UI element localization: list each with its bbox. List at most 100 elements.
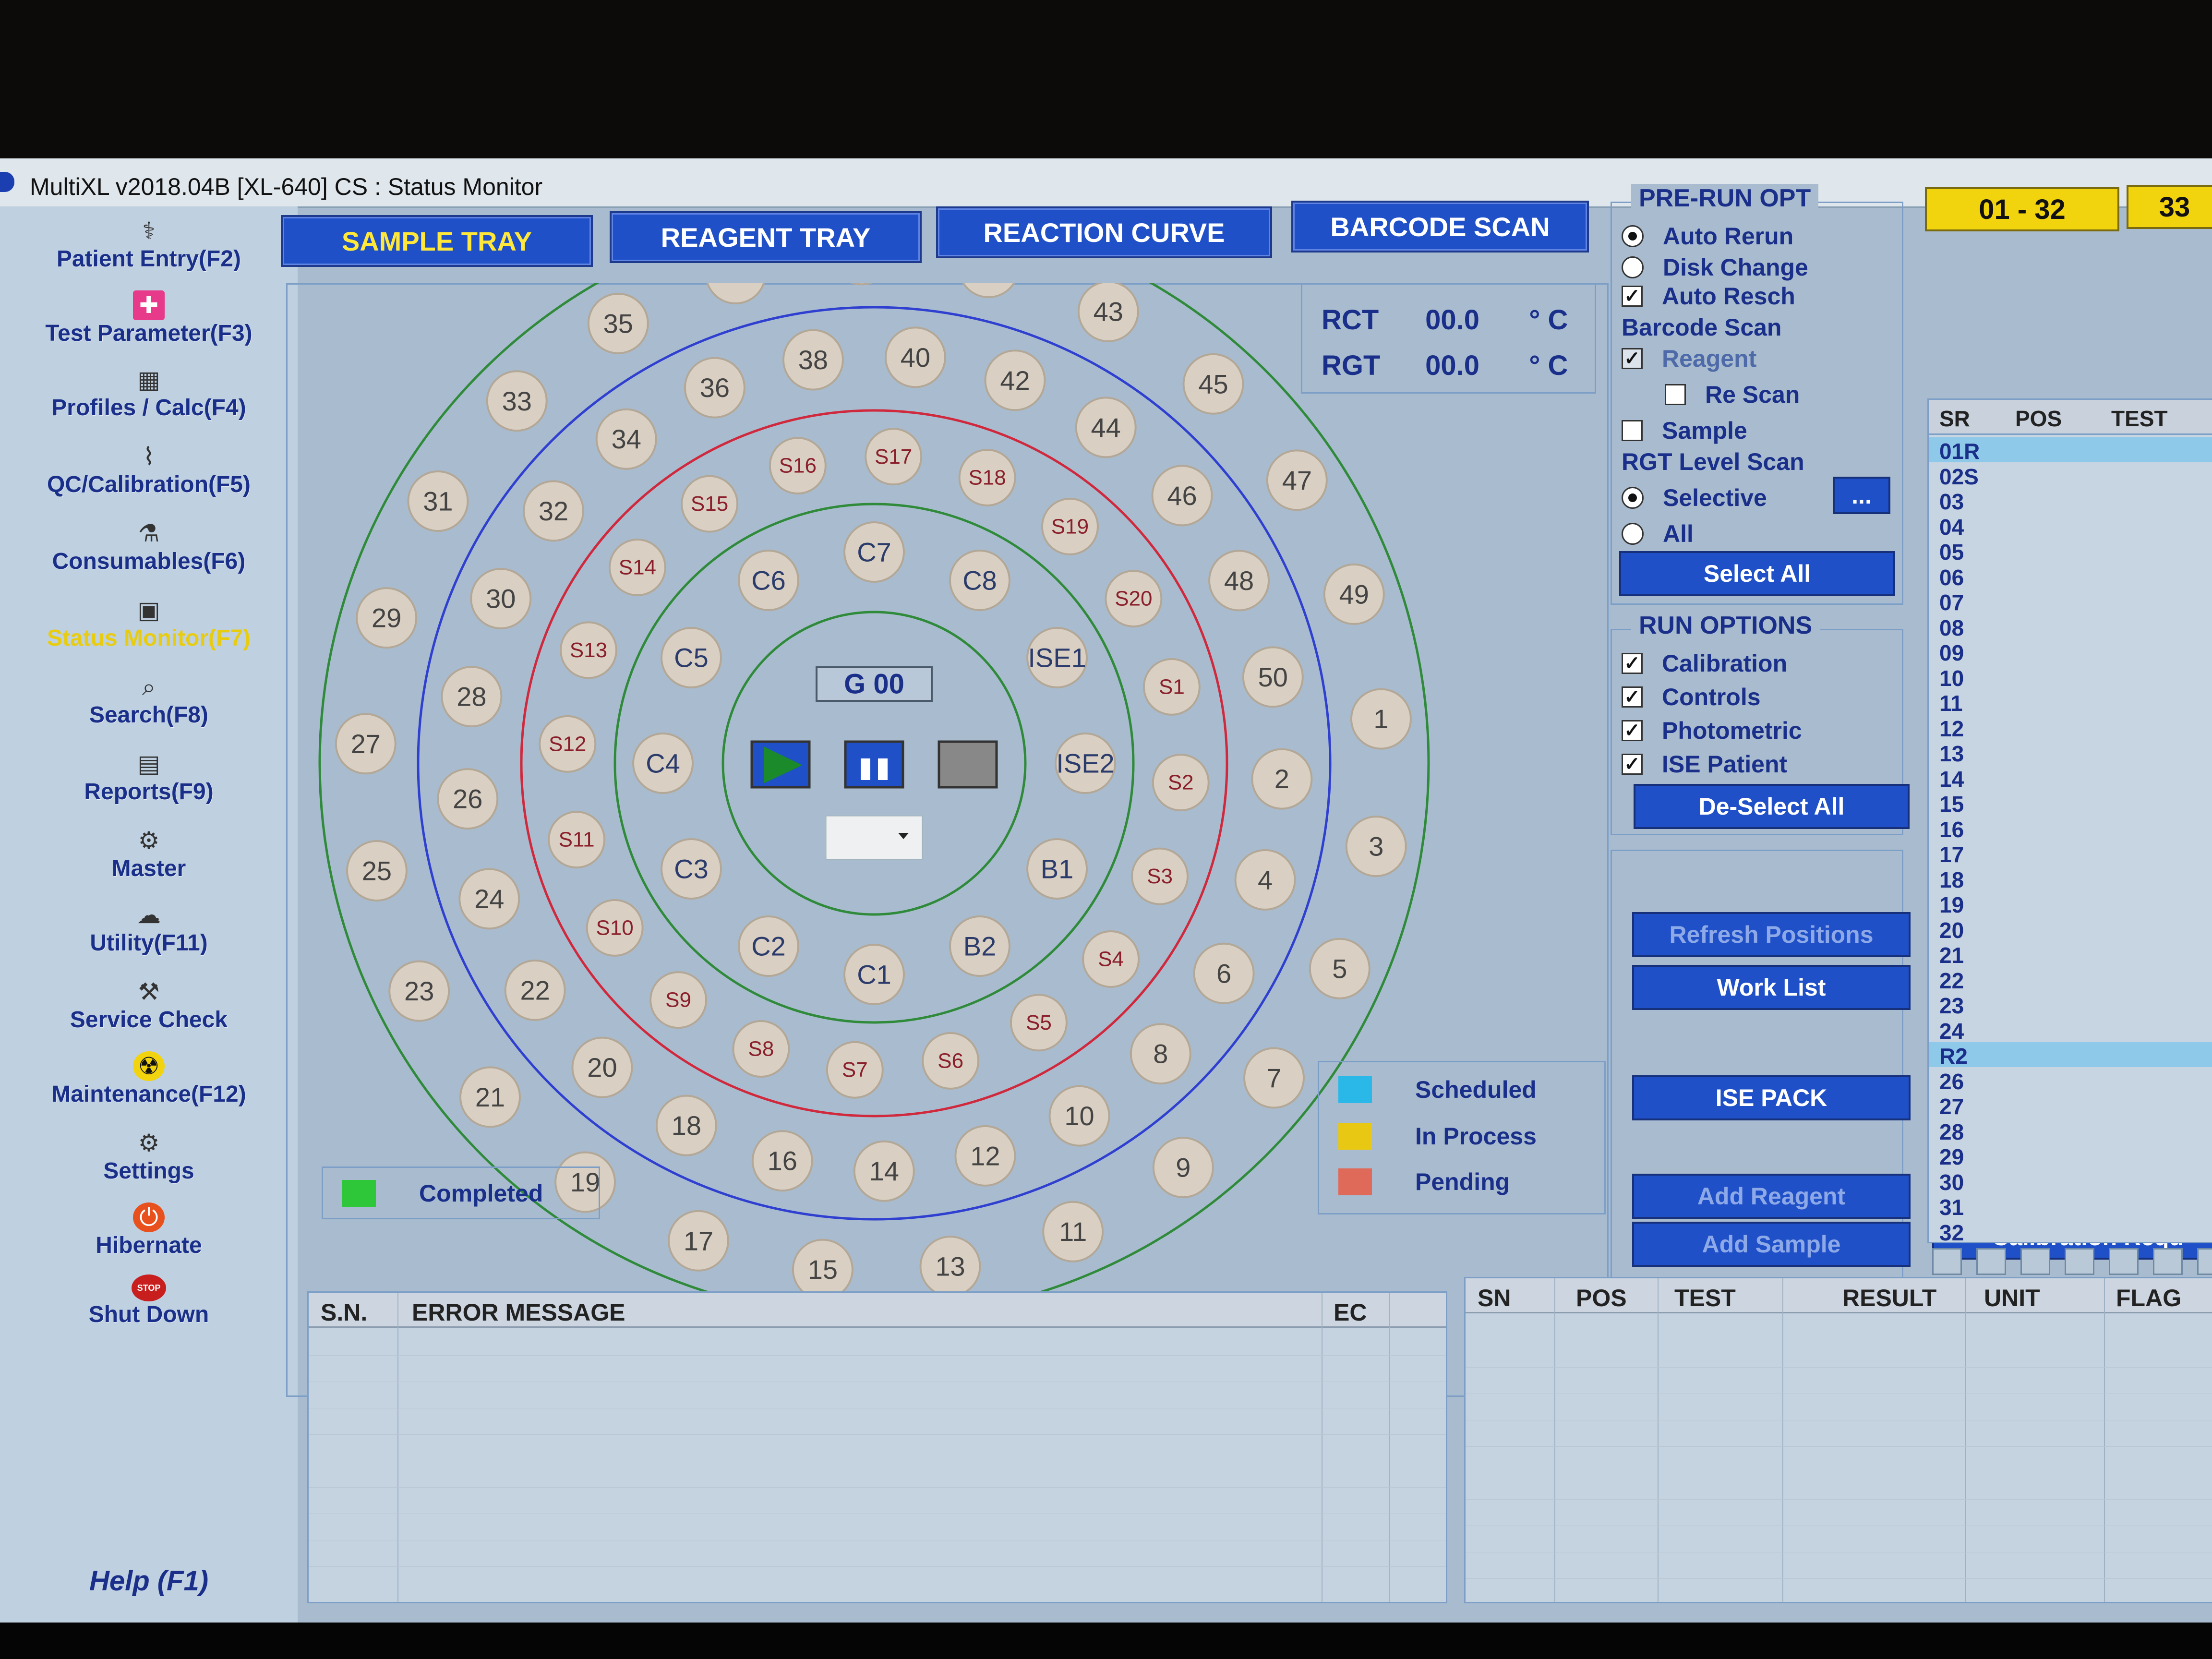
sample-list-row[interactable]: R2	[1929, 1042, 2212, 1069]
sample-list-row[interactable]: 12	[1929, 715, 2212, 741]
tray-position-s12[interactable]: S12	[539, 715, 597, 773]
tab-reaction-curve[interactable]: REACTION CURVE	[936, 206, 1272, 258]
deselect-all-button[interactable]: De-Select All	[1634, 784, 1910, 829]
tray-position-50[interactable]: 50	[1242, 646, 1304, 708]
tray-position-34[interactable]: 34	[595, 408, 657, 470]
tray-position-1[interactable]: 1	[1350, 688, 1412, 750]
disk-change-radio[interactable]	[1622, 256, 1644, 278]
sidebar-item-hibernate[interactable]: ⏻ Hibernate	[0, 1202, 298, 1274]
tray-position-c2[interactable]: C2	[738, 915, 799, 977]
reagent-checkbox[interactable]: ✓	[1622, 348, 1643, 369]
tab-reagent-tray[interactable]: REAGENT TRAY	[610, 211, 922, 263]
tray-position-39[interactable]: 39	[832, 283, 891, 286]
sidebar-item-utility-f11[interactable]: ☁ Utility(F11)	[0, 900, 298, 972]
tray-position-s15[interactable]: S15	[681, 475, 739, 533]
range-tab-33[interactable]: 33	[2127, 185, 2212, 229]
tray-position-15[interactable]: 15	[792, 1238, 854, 1300]
sample-list-row[interactable]: 04	[1929, 513, 2212, 540]
tray-position-ise2[interactable]: ISE2	[1055, 733, 1116, 794]
tray-position-s11[interactable]: S11	[548, 811, 606, 869]
sample-list-row[interactable]: 18	[1929, 866, 2212, 892]
tray-position-43[interactable]: 43	[1077, 283, 1139, 342]
tab-sample-tray[interactable]: SAMPLE TRAY	[281, 215, 593, 267]
tray-position-7[interactable]: 7	[1243, 1047, 1305, 1109]
sample-list-row[interactable]: 02S	[1929, 463, 2212, 489]
auto-resch-checkbox[interactable]: ✓	[1622, 286, 1643, 307]
photometric-option[interactable]: ✓ Photometric	[1622, 717, 1802, 745]
tray-position-c8[interactable]: C8	[949, 549, 1010, 611]
tray-position-41[interactable]: 41	[959, 283, 1018, 299]
tray-position-40[interactable]: 40	[884, 326, 946, 388]
help-link[interactable]: Help (F1)	[0, 1565, 298, 1597]
tray-position-s5[interactable]: S5	[1010, 994, 1068, 1052]
sample-list-row[interactable]: 14	[1929, 765, 2212, 792]
controls-checkbox[interactable]: ✓	[1622, 686, 1643, 708]
reagent-option[interactable]: ✓ Reagent	[1622, 345, 1756, 373]
add-sample-button[interactable]: Add Sample	[1632, 1222, 1911, 1267]
sample-page-box[interactable]	[2020, 1248, 2050, 1275]
tray-position-s8[interactable]: S8	[732, 1020, 790, 1078]
sample-list-row[interactable]: 19	[1929, 891, 2212, 917]
tray-position-b2[interactable]: B2	[949, 915, 1010, 977]
sidebar-item-status-monitor-f7[interactable]: ▣ Status Monitor(F7)	[0, 595, 298, 667]
sample-list-row[interactable]: 08	[1929, 614, 2212, 640]
tray-position-44[interactable]: 44	[1075, 397, 1137, 458]
select-all-button[interactable]: Select All	[1619, 551, 1895, 596]
sidebar-item-master[interactable]: ⚙ Master	[0, 826, 298, 898]
sample-list-row[interactable]: 10	[1929, 664, 2212, 691]
tray-position-s4[interactable]: S4	[1082, 930, 1140, 988]
auto-resch-option[interactable]: ✓ Auto Resch	[1622, 282, 1795, 310]
tray-position-s3[interactable]: S3	[1131, 847, 1189, 905]
tray-position-10[interactable]: 10	[1048, 1085, 1110, 1147]
tray-position-36[interactable]: 36	[684, 357, 745, 419]
sidebar-item-reports-f9[interactable]: ▤ Reports(F9)	[0, 749, 298, 821]
tray-position-s1[interactable]: S1	[1142, 658, 1201, 716]
tray-position-28[interactable]: 28	[441, 666, 503, 728]
stop-button[interactable]	[938, 740, 998, 789]
sample-list-row[interactable]: 09	[1929, 639, 2212, 665]
re-scan-checkbox[interactable]	[1665, 384, 1686, 405]
tray-position-38[interactable]: 38	[782, 329, 844, 391]
tray-position-23[interactable]: 23	[388, 960, 450, 1022]
sample-list-row[interactable]: 22	[1929, 967, 2212, 993]
sample-page-box[interactable]	[2065, 1248, 2094, 1275]
tray-position-14[interactable]: 14	[853, 1140, 915, 1202]
controls-option[interactable]: ✓ Controls	[1622, 683, 1761, 711]
all-option[interactable]: All	[1622, 520, 1694, 548]
sample-list-row[interactable]: 32	[1929, 1219, 2212, 1245]
tray-position-s16[interactable]: S16	[769, 437, 827, 495]
tray-position-s17[interactable]: S17	[865, 428, 923, 486]
selective-radio[interactable]	[1622, 487, 1644, 509]
tray-position-11[interactable]: 11	[1042, 1201, 1104, 1262]
all-radio[interactable]	[1622, 523, 1644, 545]
tray-position-20[interactable]: 20	[571, 1036, 633, 1098]
tray-position-9[interactable]: 9	[1152, 1137, 1214, 1199]
tray-position-6[interactable]: 6	[1193, 942, 1255, 1004]
sample-list-row[interactable]: 23	[1929, 992, 2212, 1018]
tray-position-b1[interactable]: B1	[1026, 838, 1088, 900]
sample-page-box[interactable]	[2153, 1248, 2183, 1275]
tray-position-32[interactable]: 32	[523, 480, 585, 542]
sample-list-row[interactable]: 11	[1929, 689, 2212, 716]
sidebar-item-test-parameter-f3[interactable]: ✚ Test Parameter(F3)	[0, 290, 298, 362]
tray-position-30[interactable]: 30	[470, 567, 532, 629]
tray-position-26[interactable]: 26	[437, 768, 499, 830]
photometric-checkbox[interactable]: ✓	[1622, 720, 1643, 741]
tray-position-12[interactable]: 12	[954, 1125, 1016, 1187]
tray-position-s19[interactable]: S19	[1041, 497, 1099, 555]
sidebar-item-maintenance-f12[interactable]: ☢ Maintenance(F12)	[0, 1051, 298, 1123]
add-reagent-button[interactable]: Add Reagent	[1632, 1174, 1911, 1219]
sample-list-row[interactable]: 20	[1929, 916, 2212, 943]
tray-position-s18[interactable]: S18	[958, 448, 1016, 506]
sample-list-row[interactable]: 13	[1929, 740, 2212, 766]
tray-position-c5[interactable]: C5	[660, 627, 722, 688]
re-scan-option[interactable]: Re Scan	[1665, 381, 1800, 409]
tray-position-29[interactable]: 29	[356, 587, 418, 649]
calibration-option[interactable]: ✓ Calibration	[1622, 649, 1787, 677]
tray-position-s6[interactable]: S6	[922, 1032, 980, 1090]
tray-position-27[interactable]: 27	[335, 713, 397, 775]
tray-position-37[interactable]: 37	[706, 283, 765, 305]
tray-position-4[interactable]: 4	[1234, 849, 1296, 911]
tray-position-35[interactable]: 35	[587, 292, 649, 354]
tray-position-22[interactable]: 22	[504, 959, 566, 1021]
